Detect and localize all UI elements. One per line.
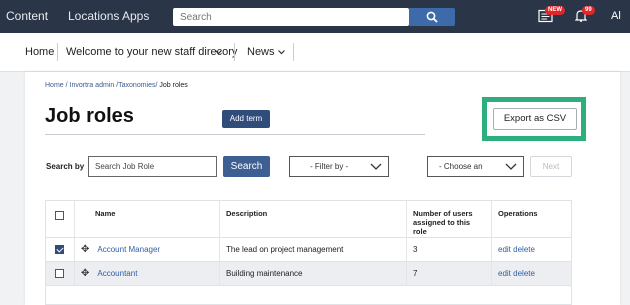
row-operations: edit delete (492, 262, 571, 285)
subnav-home[interactable]: Home (25, 46, 54, 58)
select-all-checkbox[interactable] (55, 211, 64, 220)
title-divider (45, 134, 425, 135)
delete-link[interactable]: delete (513, 269, 535, 278)
column-header-operations: Operations (498, 209, 538, 218)
chevron-down-icon[interactable] (278, 50, 285, 55)
breadcrumb: Home / Invortra admin /Taxonomies/ Job r… (45, 82, 188, 89)
row-name-cell: ✥ Account Manager (75, 238, 220, 261)
row-select-cell (46, 238, 75, 261)
filter-by-select[interactable]: - Filter by - (289, 156, 389, 177)
news-badge: NEW (545, 6, 565, 15)
export-csv-button[interactable]: Export as CSV (493, 108, 577, 130)
job-roles-table: Name Description Number of users assigne… (45, 200, 572, 305)
row-checkbox[interactable] (55, 245, 64, 254)
divider (57, 43, 58, 61)
edit-link[interactable]: edit (498, 245, 511, 254)
role-name-link[interactable]: Account Manager (97, 245, 160, 254)
column-header-users: Number of users assigned to this role (407, 201, 492, 237)
search-icon (426, 11, 438, 23)
secondary-navigation-bar: Home Welcome to your new staff direcory … (0, 33, 630, 72)
subnav-news[interactable]: News (247, 46, 275, 58)
global-search-button[interactable] (409, 8, 455, 26)
row-users-count: 7 (407, 262, 492, 285)
column-header-description: Description (220, 201, 407, 237)
row-description: Building maintenance (220, 262, 407, 285)
notification-badge: 99 (582, 6, 595, 15)
global-search-input[interactable] (173, 8, 409, 26)
edit-link[interactable]: edit (498, 269, 511, 278)
drag-handle-icon[interactable]: ✥ (81, 262, 89, 285)
divider (293, 43, 294, 61)
chevron-down-icon (370, 163, 382, 170)
table-row: ✥ Accountant Building maintenance 7 edit … (46, 261, 571, 285)
role-name-link[interactable]: Accountant (97, 269, 137, 278)
filter-by-value: - Filter by - (310, 162, 349, 171)
top-navigation-bar: Content Locations Apps NEW 99 Al (0, 0, 630, 33)
row-description: The lead on project management (220, 238, 407, 261)
row-name-cell: ✥ Accountant (75, 262, 220, 285)
chevron-down-icon (505, 163, 517, 170)
add-term-button[interactable]: Add term (222, 110, 270, 128)
breadcrumb-current: Job roles (157, 82, 188, 89)
row-checkbox[interactable] (55, 269, 64, 278)
user-menu[interactable]: Al (611, 10, 621, 22)
table-row (46, 285, 571, 305)
bulk-action-value: - Choose an (439, 162, 483, 171)
select-all-header (46, 201, 75, 237)
column-header-name[interactable]: Name (75, 201, 220, 237)
divider (234, 43, 235, 61)
page-title: Job roles (45, 105, 134, 127)
bulk-action-select[interactable]: - Choose an (427, 156, 524, 177)
subnav-welcome[interactable]: Welcome to your new staff direcory (66, 46, 237, 58)
delete-link[interactable]: delete (513, 245, 535, 254)
breadcrumb-trail[interactable]: Home / Invortra admin /Taxonomies/ (45, 82, 157, 89)
chevron-down-icon[interactable] (215, 50, 222, 55)
row-users-count: 3 (407, 238, 492, 261)
row-select-cell (46, 262, 75, 285)
nav-content[interactable]: Content (6, 9, 48, 23)
nav-locations[interactable]: Locations (68, 9, 119, 23)
table-row: ✥ Account Manager The lead on project man… (46, 237, 571, 261)
next-button[interactable]: Next (530, 156, 572, 177)
main-content-card: Home / Invortra admin /Taxonomies/ Job r… (25, 72, 620, 305)
search-button[interactable]: Search (223, 156, 270, 177)
search-by-label: Search by (46, 162, 85, 171)
drag-handle-icon[interactable]: ✥ (81, 238, 89, 261)
job-role-search-input[interactable]: Search Job Role (88, 156, 217, 177)
row-operations: edit delete (492, 238, 571, 261)
nav-apps[interactable]: Apps (122, 9, 149, 23)
